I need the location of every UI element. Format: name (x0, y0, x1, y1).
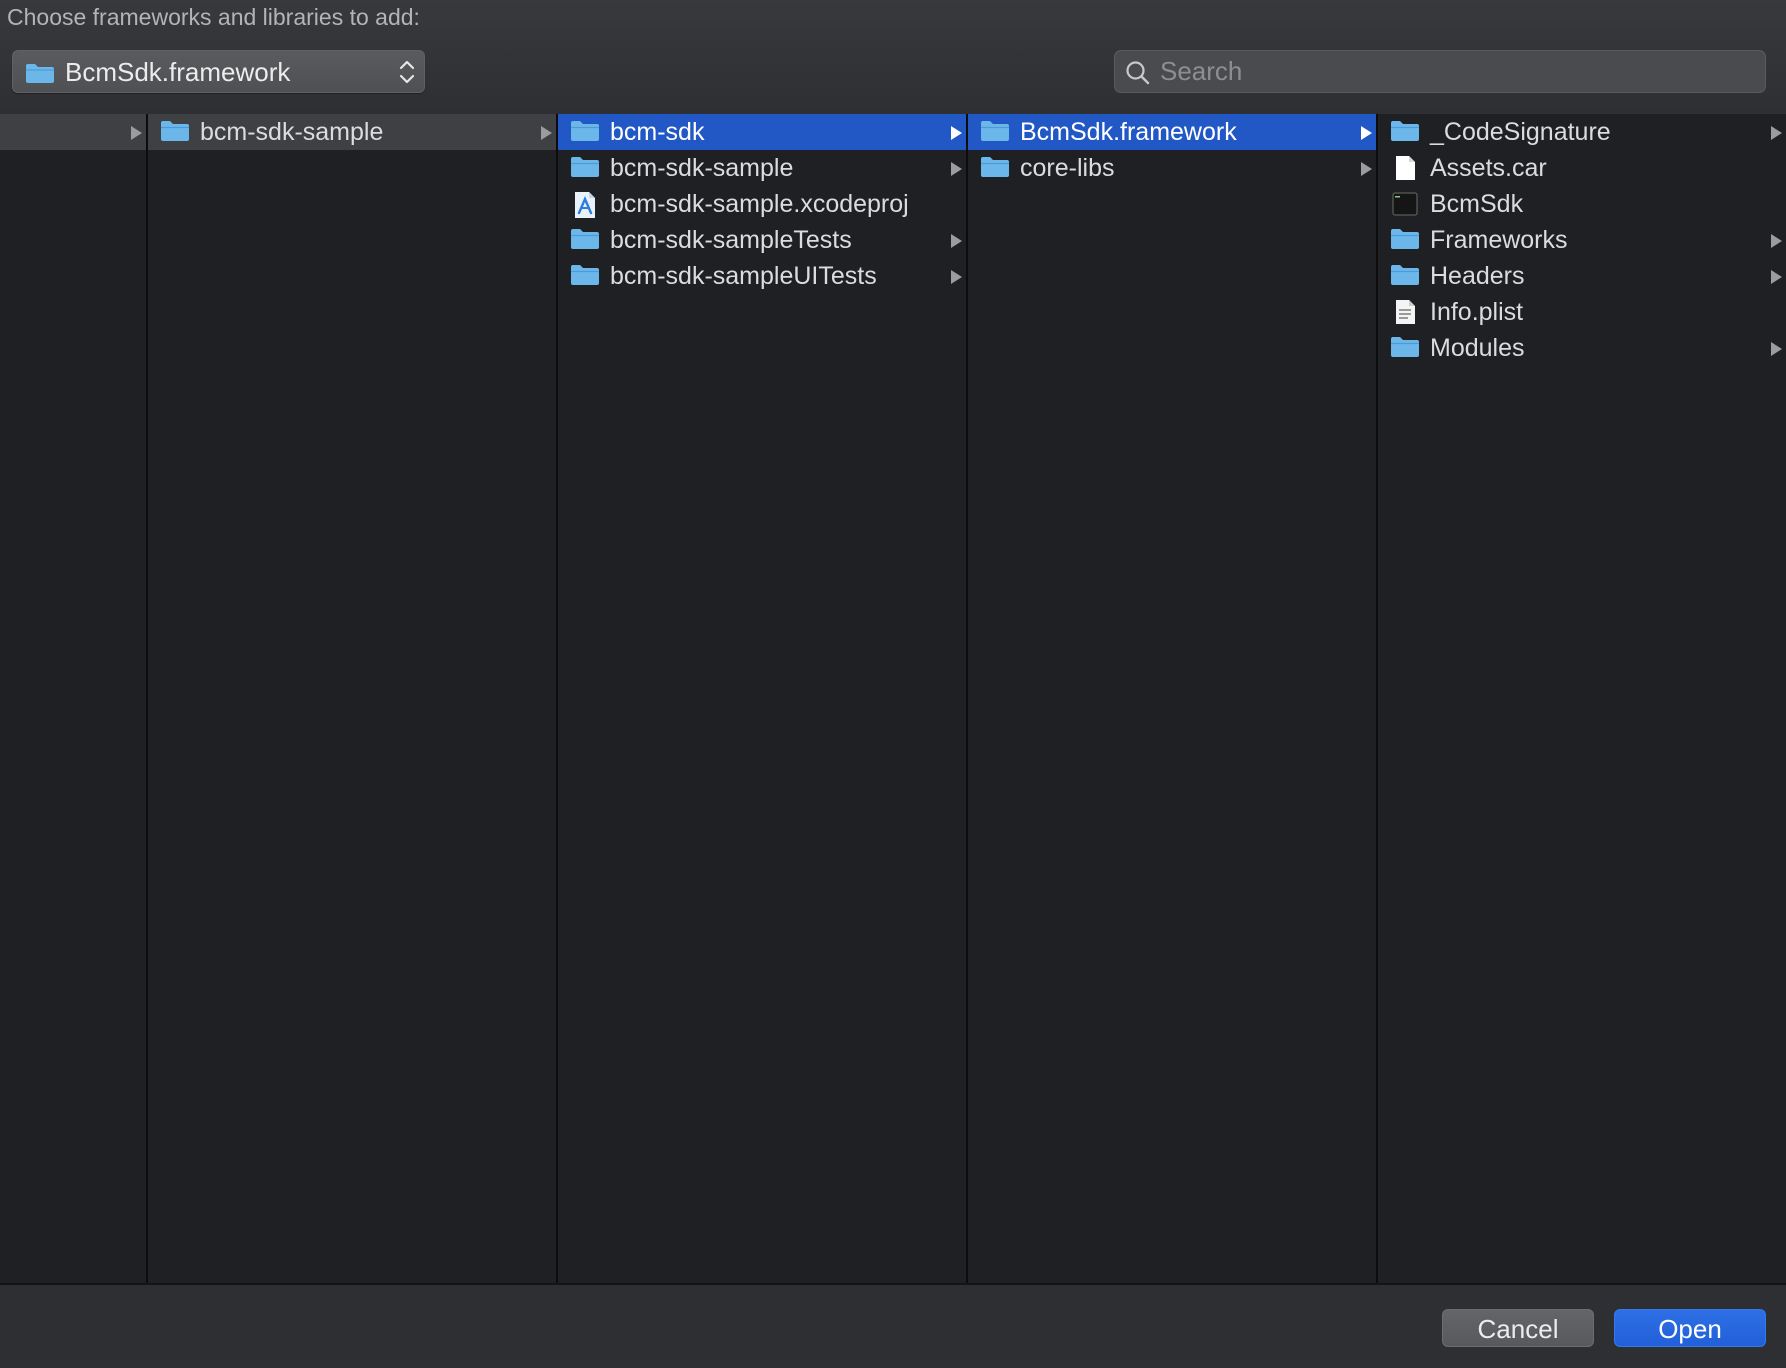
browser-row[interactable]: bcm-sdk-sample (558, 150, 966, 186)
document-icon (1390, 155, 1420, 186)
open-button[interactable]: Open (1614, 1309, 1766, 1347)
disclosure-arrow-icon (1361, 126, 1372, 140)
disclosure-arrow-icon (541, 126, 552, 140)
dialog-footer: Cancel Open (0, 1283, 1786, 1368)
column-browser: bcm-sdk-sample bcm-sdk bcm-sdk-sample bcm-… (0, 114, 1786, 1283)
browser-row-label: bcm-sdk-sampleTests (610, 226, 852, 254)
folder-icon (1390, 335, 1420, 364)
browser-column: _CodeSignature Assets.car BcmSdk Frameworks… (1378, 114, 1786, 1283)
browser-row[interactable]: bcm-sdk-sample.xcodeproj (558, 186, 966, 222)
disclosure-arrow-icon (1771, 270, 1782, 284)
browser-row[interactable]: Info.plist (1378, 294, 1786, 330)
location-popup-button[interactable]: BcmSdk.framework (12, 50, 425, 93)
browser-column (0, 114, 148, 1283)
browser-row[interactable]: bcm-sdk (558, 114, 966, 150)
executable-icon (1390, 191, 1420, 222)
browser-column: bcm-sdk-sample (148, 114, 558, 1283)
browser-row[interactable]: bcm-sdk-sampleTests (558, 222, 966, 258)
folder-icon (980, 155, 1010, 184)
browser-column: BcmSdk.framework core-libs (968, 114, 1378, 1283)
browser-row[interactable]: Modules (1378, 330, 1786, 366)
folder-icon (160, 119, 190, 148)
disclosure-arrow-icon (1361, 162, 1372, 176)
folder-icon (980, 119, 1010, 148)
browser-row-label: bcm-sdk-sample (610, 154, 794, 182)
disclosure-arrow-icon (951, 162, 962, 176)
browser-row-label: Info.plist (1430, 298, 1524, 326)
disclosure-arrow-icon (951, 270, 962, 284)
location-popup-label: BcmSdk.framework (65, 57, 291, 87)
browser-row-label: core-libs (1020, 154, 1115, 182)
browser-row-label: _CodeSignature (1430, 118, 1611, 146)
browser-row-label: bcm-sdk-sampleUITests (610, 262, 877, 290)
browser-row[interactable]: BcmSdk (1378, 186, 1786, 222)
search-icon (1125, 60, 1151, 91)
disclosure-arrow-icon (131, 126, 142, 140)
disclosure-arrow-icon (1771, 342, 1782, 356)
search-input[interactable] (1160, 55, 1750, 87)
disclosure-arrow-icon (1771, 126, 1782, 140)
browser-row-label: Headers (1430, 262, 1525, 290)
disclosure-arrow-icon (951, 126, 962, 140)
folder-icon (570, 263, 600, 292)
chevron-updown-icon (398, 58, 416, 86)
xcodeproj-icon (570, 191, 600, 224)
folder-icon (25, 62, 55, 89)
browser-row[interactable] (0, 114, 146, 150)
browser-row-label: Assets.car (1430, 154, 1547, 182)
browser-row-label: Modules (1430, 334, 1525, 362)
browser-row-label: BcmSdk (1430, 190, 1524, 218)
browser-row[interactable]: Assets.car (1378, 150, 1786, 186)
browser-row-label: bcm-sdk (610, 118, 705, 146)
browser-row[interactable]: _CodeSignature (1378, 114, 1786, 150)
disclosure-arrow-icon (1771, 234, 1782, 248)
dialog-header: Choose frameworks and libraries to add: … (0, 0, 1786, 114)
browser-row[interactable]: bcm-sdk-sample (148, 114, 556, 150)
browser-row[interactable]: Frameworks (1378, 222, 1786, 258)
folder-icon (1390, 227, 1420, 256)
folder-icon (1390, 263, 1420, 292)
browser-row-label: bcm-sdk-sample (200, 118, 384, 146)
plist-icon (1390, 299, 1420, 330)
browser-row[interactable]: BcmSdk.framework (968, 114, 1376, 150)
cancel-button[interactable]: Cancel (1442, 1309, 1594, 1347)
disclosure-arrow-icon (951, 234, 962, 248)
browser-row-label: BcmSdk.framework (1020, 118, 1237, 146)
folder-icon (1390, 119, 1420, 148)
browser-row[interactable]: core-libs (968, 150, 1376, 186)
browser-row-label: Frameworks (1430, 226, 1568, 254)
browser-row[interactable]: bcm-sdk-sampleUITests (558, 258, 966, 294)
dialog-prompt: Choose frameworks and libraries to add: (7, 4, 420, 30)
browser-row[interactable]: Headers (1378, 258, 1786, 294)
browser-column: bcm-sdk bcm-sdk-sample bcm-sdk-sample.xcod… (558, 114, 968, 1283)
folder-icon (570, 119, 600, 148)
search-field[interactable] (1114, 50, 1766, 93)
folder-icon (570, 227, 600, 256)
browser-row-label: bcm-sdk-sample.xcodeproj (610, 190, 909, 218)
folder-icon (570, 155, 600, 184)
file-chooser-dialog: Choose frameworks and libraries to add: … (0, 0, 1786, 1368)
